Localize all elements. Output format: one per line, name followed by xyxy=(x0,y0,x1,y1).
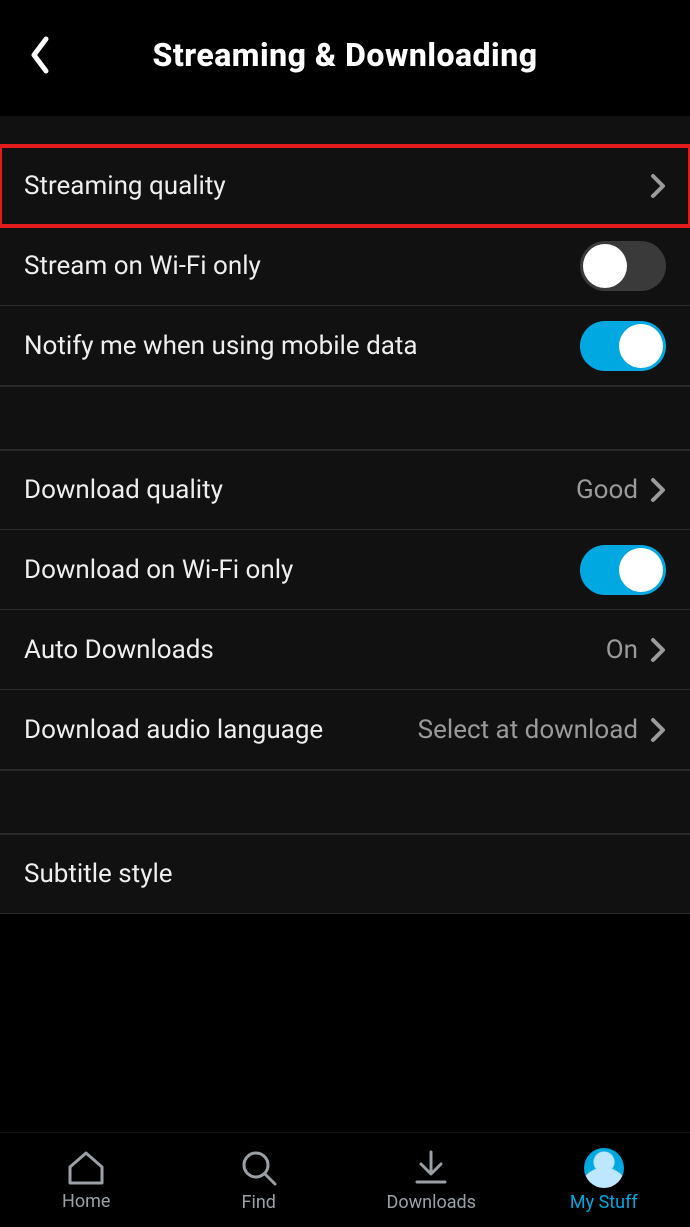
download-quality-label: Download quality xyxy=(24,475,576,505)
subtitle-style-label: Subtitle style xyxy=(24,859,666,889)
chevron-right-icon xyxy=(650,477,666,503)
page-title: Streaming & Downloading xyxy=(20,36,670,74)
streaming-quality-label: Streaming quality xyxy=(24,171,650,201)
nav-downloads-label: Downloads xyxy=(387,1192,476,1213)
auto-downloads-value: On xyxy=(606,635,638,665)
subtitle-style-row[interactable]: Subtitle style xyxy=(0,834,690,914)
notify-mobile-data-label: Notify me when using mobile data xyxy=(24,331,580,361)
nav-downloads[interactable]: Downloads xyxy=(345,1133,518,1227)
settings-content: Streaming quality Stream on Wi-Fi only N… xyxy=(0,116,690,1132)
auto-downloads-label: Auto Downloads xyxy=(24,635,606,665)
download-group: Download quality Good Download on Wi-Fi … xyxy=(0,450,690,770)
streaming-quality-row[interactable]: Streaming quality xyxy=(0,146,690,226)
header: Streaming & Downloading xyxy=(0,0,690,110)
download-audio-language-value: Select at download xyxy=(418,715,638,745)
download-wifi-only-toggle[interactable] xyxy=(580,545,666,595)
auto-downloads-row[interactable]: Auto Downloads On xyxy=(0,610,690,690)
toggle-knob xyxy=(583,244,627,288)
chevron-right-icon xyxy=(650,717,666,743)
toggle-knob xyxy=(619,548,663,592)
stream-wifi-only-toggle[interactable] xyxy=(580,241,666,291)
nav-find[interactable]: Find xyxy=(173,1133,346,1227)
streaming-group: Streaming quality Stream on Wi-Fi only N… xyxy=(0,146,690,386)
toggle-knob xyxy=(619,324,663,368)
nav-find-label: Find xyxy=(242,1192,276,1213)
nav-mystuff-label: My Stuff xyxy=(570,1192,638,1213)
download-icon xyxy=(411,1148,451,1188)
bottom-nav: Home Find Downloads My Stuff xyxy=(0,1132,690,1227)
nav-home-label: Home xyxy=(62,1191,110,1212)
avatar-icon xyxy=(584,1148,624,1188)
subtitle-group: Subtitle style xyxy=(0,834,690,914)
download-quality-value: Good xyxy=(576,475,638,505)
download-audio-language-row[interactable]: Download audio language Select at downlo… xyxy=(0,690,690,770)
stream-wifi-only-label: Stream on Wi-Fi only xyxy=(24,251,580,281)
download-quality-row[interactable]: Download quality Good xyxy=(0,450,690,530)
download-wifi-only-label: Download on Wi-Fi only xyxy=(24,555,580,585)
chevron-right-icon xyxy=(650,173,666,199)
nav-mystuff[interactable]: My Stuff xyxy=(518,1133,690,1227)
nav-home[interactable]: Home xyxy=(0,1133,173,1227)
home-icon xyxy=(66,1149,106,1187)
download-wifi-only-row: Download on Wi-Fi only xyxy=(0,530,690,610)
section-spacer xyxy=(0,770,690,834)
notify-mobile-data-toggle[interactable] xyxy=(580,321,666,371)
chevron-right-icon xyxy=(650,637,666,663)
search-icon xyxy=(239,1148,279,1188)
download-audio-language-label: Download audio language xyxy=(24,715,418,745)
notify-mobile-data-row: Notify me when using mobile data xyxy=(0,306,690,386)
stream-wifi-only-row: Stream on Wi-Fi only xyxy=(0,226,690,306)
section-spacer xyxy=(0,386,690,450)
